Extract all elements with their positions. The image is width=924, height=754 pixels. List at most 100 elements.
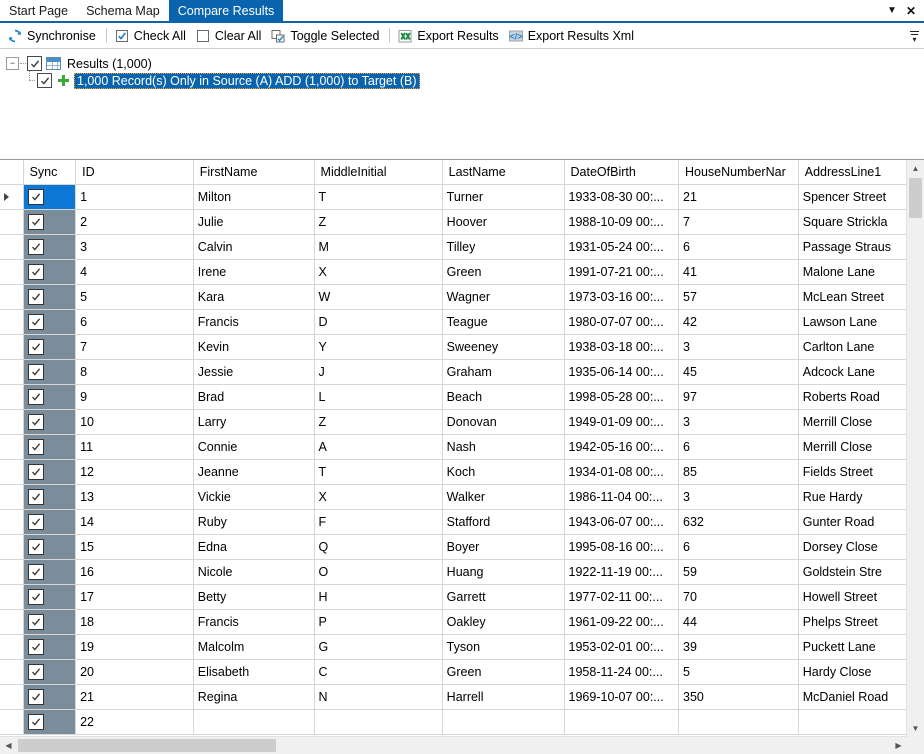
sync-checkbox[interactable] — [27, 213, 44, 230]
cell-id[interactable]: 7 — [75, 334, 194, 360]
cell-id[interactable]: 4 — [75, 259, 194, 285]
cell-firstname[interactable]: Francis — [193, 609, 315, 635]
cell-firstname[interactable]: Kevin — [193, 334, 315, 360]
cell-middleinitial[interactable]: T — [314, 459, 443, 485]
cell-housenumbername[interactable]: 3 — [678, 409, 799, 435]
cell-id[interactable]: 9 — [75, 384, 194, 410]
cell-id[interactable]: 1 — [75, 184, 194, 210]
cell-addressline1[interactable]: Howell Street — [798, 584, 907, 610]
cell-firstname[interactable]: Brad — [193, 384, 315, 410]
tab-schema-map[interactable]: Schema Map — [77, 0, 169, 21]
cell-dateofbirth[interactable]: 1977-02-11 00:... — [564, 584, 680, 610]
cell-middleinitial[interactable]: T — [314, 184, 443, 210]
cell-middleinitial[interactable]: W — [314, 284, 443, 310]
cell-dateofbirth[interactable]: 1933-08-30 00:... — [564, 184, 680, 210]
cell-housenumbername[interactable]: 41 — [678, 259, 799, 285]
tab-start-page[interactable]: Start Page — [0, 0, 78, 21]
cell-lastname[interactable]: Nash — [442, 434, 565, 460]
cell-middleinitial[interactable]: L — [314, 384, 443, 410]
cell-id[interactable]: 16 — [75, 559, 194, 585]
cell-housenumbername[interactable]: 3 — [678, 334, 799, 360]
cell-housenumbername[interactable]: 6 — [678, 234, 799, 260]
cell-sync[interactable] — [23, 434, 77, 460]
export-results-xml-button[interactable]: </> Export Results Xml — [505, 25, 640, 46]
cell-middleinitial[interactable]: Y — [314, 334, 443, 360]
cell-addressline1[interactable]: McDaniel Road — [798, 684, 907, 710]
cell-sync[interactable] — [23, 259, 77, 285]
tree-results-checkbox[interactable] — [27, 56, 42, 71]
cell-addressline1[interactable]: Carlton Lane — [798, 334, 907, 360]
table-row[interactable]: 3 Calvin M Tilley 1931-05-24 00:... 6 Passage … — [0, 234, 907, 260]
cell-housenumbername[interactable]: 39 — [678, 634, 799, 660]
cell-housenumbername[interactable]: 57 — [678, 284, 799, 310]
cell-addressline1[interactable]: Roberts Road — [798, 384, 907, 410]
sync-checkbox[interactable] — [27, 188, 44, 205]
cell-addressline1[interactable]: McLean Street — [798, 284, 907, 310]
cell-middleinitial[interactable]: X — [314, 484, 443, 510]
column-header-sync[interactable]: Sync — [23, 160, 77, 185]
cell-firstname[interactable]: Irene — [193, 259, 315, 285]
cell-lastname[interactable]: Green — [442, 259, 565, 285]
sync-checkbox[interactable] — [27, 638, 44, 655]
cell-id[interactable]: 13 — [75, 484, 194, 510]
cell-sync[interactable] — [23, 609, 77, 635]
table-row[interactable]: 19 Malcolm G Tyson 1953-02-01 00:... 39 Pucket… — [0, 634, 907, 660]
cell-lastname[interactable]: Green — [442, 659, 565, 685]
cell-firstname[interactable]: Larry — [193, 409, 315, 435]
cell-dateofbirth[interactable]: 1988-10-09 00:... — [564, 209, 680, 235]
sync-checkbox[interactable] — [27, 488, 44, 505]
cell-addressline1[interactable]: Adcock Lane — [798, 359, 907, 385]
cell-lastname[interactable]: Graham — [442, 359, 565, 385]
cell-id[interactable]: 18 — [75, 609, 194, 635]
cell-id[interactable]: 21 — [75, 684, 194, 710]
cell-addressline1[interactable]: Gunter Road — [798, 509, 907, 535]
cell-sync[interactable] — [23, 359, 77, 385]
sync-checkbox[interactable] — [27, 663, 44, 680]
cell-lastname[interactable]: Harrell — [442, 684, 565, 710]
cell-middleinitial[interactable]: N — [314, 684, 443, 710]
cell-firstname[interactable]: Nicole — [193, 559, 315, 585]
cell-sync[interactable] — [23, 184, 77, 210]
cell-middleinitial[interactable]: G — [314, 634, 443, 660]
cell-housenumbername[interactable]: 59 — [678, 559, 799, 585]
sync-checkbox[interactable] — [27, 613, 44, 630]
cell-lastname[interactable]: Garrett — [442, 584, 565, 610]
cell-addressline1[interactable] — [798, 709, 907, 735]
toggle-selected-button[interactable]: Toggle Selected — [267, 25, 385, 46]
cell-id[interactable]: 14 — [75, 509, 194, 535]
cell-firstname[interactable]: Elisabeth — [193, 659, 315, 685]
column-header-middleinitial[interactable]: MiddleInitial — [314, 160, 443, 185]
sync-checkbox[interactable] — [27, 288, 44, 305]
cell-addressline1[interactable]: Passage Straus — [798, 234, 907, 260]
cell-dateofbirth[interactable]: 1958-11-24 00:... — [564, 659, 680, 685]
vertical-scrollbar-thumb[interactable] — [909, 178, 922, 218]
cell-firstname[interactable]: Jessie — [193, 359, 315, 385]
cell-sync[interactable] — [23, 384, 77, 410]
cell-sync[interactable] — [23, 509, 77, 535]
sync-checkbox[interactable] — [27, 688, 44, 705]
cell-addressline1[interactable]: Goldstein Stre — [798, 559, 907, 585]
cell-lastname[interactable]: Boyer — [442, 534, 565, 560]
cell-dateofbirth[interactable]: 1980-07-07 00:... — [564, 309, 680, 335]
sync-checkbox[interactable] — [27, 388, 44, 405]
cell-dateofbirth[interactable]: 1935-06-14 00:... — [564, 359, 680, 385]
cell-housenumbername[interactable]: 21 — [678, 184, 799, 210]
cell-sync[interactable] — [23, 234, 77, 260]
cell-addressline1[interactable]: Puckett Lane — [798, 634, 907, 660]
cell-housenumbername[interactable]: 5 — [678, 659, 799, 685]
cell-firstname[interactable]: Kara — [193, 284, 315, 310]
cell-id[interactable]: 11 — [75, 434, 194, 460]
table-row[interactable]: 10 Larry Z Donovan 1949-01-09 00:... 3 Merrill… — [0, 409, 907, 435]
cell-housenumbername[interactable]: 44 — [678, 609, 799, 635]
table-row[interactable]: 20 Elisabeth C Green 1958-11-24 00:... 5 Hardy… — [0, 659, 907, 685]
scroll-down-button[interactable]: ▼ — [907, 720, 924, 737]
table-row[interactable]: 13 Vickie X Walker 1986-11-04 00:... 3 Rue Har… — [0, 484, 907, 510]
cell-firstname[interactable]: Regina — [193, 684, 315, 710]
cell-sync[interactable] — [23, 284, 77, 310]
cell-addressline1[interactable]: Merrill Close — [798, 434, 907, 460]
cell-lastname[interactable] — [442, 709, 565, 735]
cell-dateofbirth[interactable]: 1938-03-18 00:... — [564, 334, 680, 360]
cell-middleinitial[interactable]: H — [314, 584, 443, 610]
table-row[interactable]: 9 Brad L Beach 1998-05-28 00:... 97 Roberts Ro… — [0, 384, 907, 410]
cell-firstname[interactable]: Connie — [193, 434, 315, 460]
